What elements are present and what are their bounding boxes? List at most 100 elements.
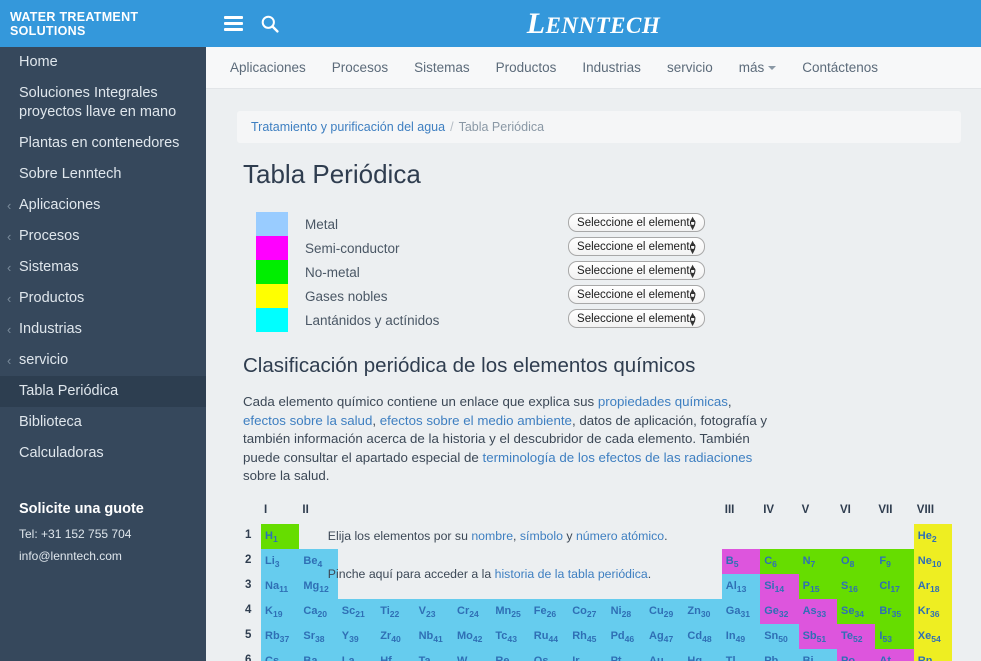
- element-cell-cu[interactable]: Cu29: [645, 598, 684, 624]
- element-cell-os[interactable]: Os76: [529, 648, 569, 661]
- element-cell-la[interactable]: La57: [337, 648, 377, 661]
- element-cell-ti[interactable]: Ti22: [376, 598, 415, 624]
- element-select-3[interactable]: Seleccione el elemento ▲ ▼: [568, 285, 705, 304]
- nav-item-m-s[interactable]: más: [739, 60, 777, 75]
- element-cell-na[interactable]: Na11: [261, 573, 300, 599]
- element-cell-ni[interactable]: Ni28: [606, 598, 645, 624]
- element-cell-rh[interactable]: Rh45: [568, 623, 607, 649]
- element-cell-n[interactable]: N7: [798, 548, 837, 574]
- element-cell-cl[interactable]: Cl17: [875, 573, 914, 599]
- breadcrumb-home-link[interactable]: Tratamiento y purificación del agua: [251, 120, 445, 134]
- site-logo[interactable]: LENNTECH: [206, 7, 981, 41]
- nav-item-procesos[interactable]: Procesos: [332, 60, 388, 75]
- element-cell-sn[interactable]: Sn50: [760, 623, 799, 649]
- element-cell-ge[interactable]: Ge32: [760, 598, 799, 624]
- element-cell-ta[interactable]: Ta73: [414, 648, 453, 661]
- link-numero-atomico[interactable]: número atómico: [576, 529, 664, 543]
- sidebar-item-servicio[interactable]: ‹ servicio: [0, 345, 206, 376]
- element-cell-ru[interactable]: Ru44: [529, 623, 569, 649]
- element-cell-k[interactable]: K19: [261, 598, 300, 624]
- element-cell-ag[interactable]: Ag47: [645, 623, 684, 649]
- element-cell-zn[interactable]: Zn30: [683, 598, 722, 624]
- element-cell-f[interactable]: F9: [875, 548, 914, 574]
- element-cell-si[interactable]: Si14: [760, 573, 799, 599]
- element-cell-ga[interactable]: Ga31: [721, 598, 761, 624]
- element-cell-rn[interactable]: Rn86: [913, 648, 953, 661]
- sidebar-item-aplicaciones[interactable]: ‹ Aplicaciones: [0, 190, 206, 221]
- element-cell-te[interactable]: Te52: [837, 623, 876, 649]
- element-cell-tl[interactable]: Tl81: [721, 648, 761, 661]
- element-cell-in[interactable]: In49: [721, 623, 761, 649]
- nav-item-sistemas[interactable]: Sistemas: [414, 60, 470, 75]
- link-efectos-salud[interactable]: efectos sobre la salud: [243, 413, 372, 428]
- link-terminologia-radiaciones[interactable]: terminología de los efectos de las radia…: [483, 450, 753, 465]
- sidebar-item-biblioteca[interactable]: Biblioteca: [0, 407, 206, 438]
- element-cell-sr[interactable]: Sr38: [299, 623, 338, 649]
- nav-item-aplicaciones[interactable]: Aplicaciones: [230, 60, 306, 75]
- element-cell-ir[interactable]: Ir77: [568, 648, 607, 661]
- element-select-1[interactable]: Seleccione el elemento ▲ ▼: [568, 237, 705, 256]
- element-cell-bi[interactable]: Bi83: [798, 648, 837, 661]
- nav-item-cont-ctenos[interactable]: Contáctenos: [802, 60, 878, 75]
- link-nombre[interactable]: nombre: [471, 529, 513, 543]
- nav-item-productos[interactable]: Productos: [496, 60, 557, 75]
- element-cell-c[interactable]: C6: [760, 548, 799, 574]
- element-cell-sb[interactable]: Sb51: [798, 623, 837, 649]
- element-cell-pb[interactable]: Pb82: [760, 648, 799, 661]
- sidebar-item-procesos[interactable]: ‹ Procesos: [0, 221, 206, 252]
- element-cell-co[interactable]: Co27: [568, 598, 607, 624]
- sidebar-item-sobre-lenntech[interactable]: Sobre Lenntech: [0, 159, 206, 190]
- sidebar-item-sistemas[interactable]: ‹ Sistemas: [0, 252, 206, 283]
- link-propiedades-quimicas[interactable]: propiedades químicas: [598, 394, 728, 409]
- sidebar-email[interactable]: info@lenntech.com: [0, 545, 206, 567]
- nav-item-servicio[interactable]: servicio: [667, 60, 713, 75]
- link-simbolo[interactable]: símbolo: [520, 529, 563, 543]
- element-select-4[interactable]: Seleccione el elemento ▲ ▼: [568, 309, 705, 328]
- element-cell-se[interactable]: Se34: [837, 598, 876, 624]
- element-cell-sc[interactable]: Sc21: [337, 598, 377, 624]
- hamburger-icon[interactable]: [224, 13, 243, 35]
- element-cell-mn[interactable]: Mn25: [491, 598, 530, 624]
- element-cell-hg[interactable]: Hg80: [683, 648, 722, 661]
- element-cell-i[interactable]: I53: [875, 623, 914, 649]
- element-cell-tc[interactable]: Tc43: [491, 623, 530, 649]
- sidebar-item-productos[interactable]: ‹ Productos: [0, 283, 206, 314]
- element-cell-v[interactable]: V23: [414, 598, 453, 624]
- element-cell-po[interactable]: Po84: [837, 648, 876, 661]
- link-historia-tabla-periodica[interactable]: historia de la tabla periódica: [495, 567, 648, 581]
- element-select-2[interactable]: Seleccione el elemento ▲ ▼: [568, 261, 705, 280]
- element-cell-br[interactable]: Br35: [875, 598, 914, 624]
- element-cell-he[interactable]: He2: [913, 523, 953, 549]
- element-cell-s[interactable]: S16: [837, 573, 876, 599]
- element-cell-mo[interactable]: Mo42: [453, 623, 492, 649]
- element-cell-zr[interactable]: Zr40: [376, 623, 415, 649]
- element-cell-li[interactable]: Li3: [261, 548, 300, 574]
- element-cell-y[interactable]: Y39: [337, 623, 377, 649]
- search-icon[interactable]: [261, 15, 279, 33]
- element-cell-h[interactable]: H1: [261, 523, 300, 549]
- element-cell-fe[interactable]: Fe26: [529, 598, 569, 624]
- element-cell-p[interactable]: P15: [798, 573, 837, 599]
- sidebar-item-industrias[interactable]: ‹ Industrias: [0, 314, 206, 345]
- element-cell-rb[interactable]: Rb37: [261, 623, 300, 649]
- element-cell-b[interactable]: B5: [721, 548, 761, 574]
- element-cell-xe[interactable]: Xe54: [913, 623, 953, 649]
- element-cell-cr[interactable]: Cr24: [453, 598, 492, 624]
- element-cell-w[interactable]: W74: [453, 648, 492, 661]
- sidebar-item-plantas-en-contenedores[interactable]: Plantas en contenedores: [0, 128, 206, 159]
- element-cell-re[interactable]: Re75: [491, 648, 530, 661]
- element-cell-au[interactable]: Au79: [645, 648, 684, 661]
- sidebar-item-home[interactable]: Home: [0, 47, 206, 78]
- element-cell-al[interactable]: Al13: [721, 573, 761, 599]
- element-cell-cd[interactable]: Cd48: [683, 623, 722, 649]
- sidebar-item-tabla-peri-dica[interactable]: Tabla Periódica: [0, 376, 206, 407]
- sidebar-item-soluciones-integrales-proyectos-llave-en-mano[interactable]: Soluciones Integrales proyectos llave en…: [0, 78, 206, 128]
- element-cell-nb[interactable]: Nb41: [414, 623, 453, 649]
- sidebar-item-calculadoras[interactable]: Calculadoras: [0, 438, 206, 469]
- element-cell-ba[interactable]: Ba56: [299, 648, 338, 661]
- element-cell-as[interactable]: As33: [798, 598, 837, 624]
- element-cell-pd[interactable]: Pd46: [606, 623, 645, 649]
- element-cell-cs[interactable]: Cs55: [261, 648, 300, 661]
- element-cell-ne[interactable]: Ne10: [913, 548, 953, 574]
- element-cell-kr[interactable]: Kr36: [913, 598, 953, 624]
